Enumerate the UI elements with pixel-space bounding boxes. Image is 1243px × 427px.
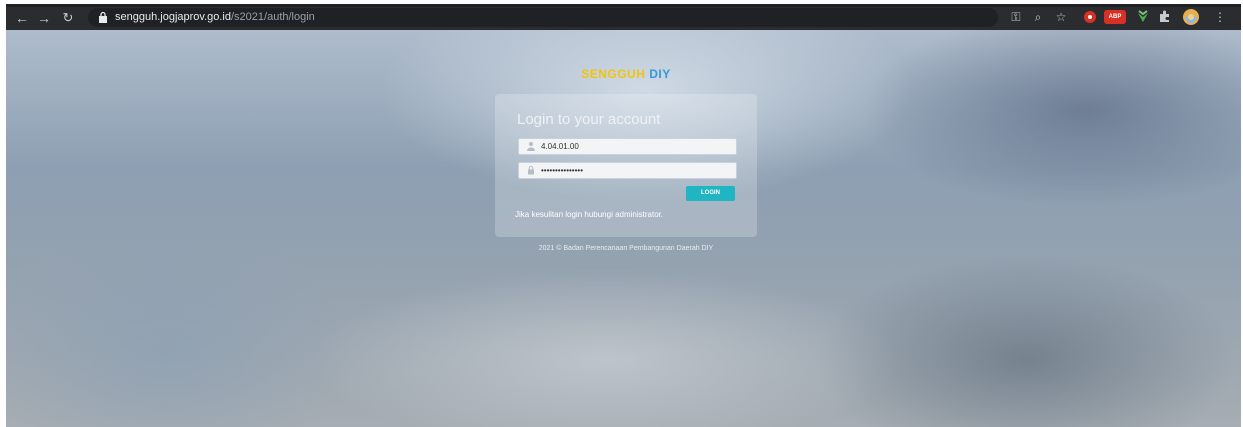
login-page: SENGGUH DIY Login to your account 4.04.0… (6, 30, 1241, 427)
key-icon[interactable]: ⚿ (1008, 9, 1024, 25)
browser-window: ← → ↻ sengguh.jogjaprov.go.id/s2021/auth… (6, 4, 1241, 427)
forward-icon[interactable]: → (34, 8, 54, 28)
login-title: Login to your account (517, 111, 661, 128)
login-card: Login to your account 4.04.01.00 •••••••… (495, 94, 757, 237)
help-text: Jika kesulitan login hubungi administrat… (515, 210, 664, 219)
red-ext-icon[interactable] (1083, 9, 1097, 25)
login-button[interactable]: LOGIN (686, 186, 735, 201)
brand-region: DIY (649, 67, 671, 81)
username-field[interactable]: 4.04.01.00 (518, 138, 737, 155)
user-icon (527, 142, 535, 151)
tab-strip (6, 4, 1241, 7)
reload-icon[interactable]: ↻ (58, 8, 78, 28)
star-icon[interactable]: ☆ (1053, 9, 1069, 25)
username-value: 4.04.01.00 (541, 142, 579, 151)
password-value: ••••••••••••••• (541, 166, 584, 175)
abp-icon[interactable]: ABP (1104, 10, 1126, 24)
lock-icon (528, 165, 534, 175)
avatar[interactable] (1182, 9, 1200, 25)
menu-icon[interactable]: ⋮ (1214, 9, 1226, 25)
password-field[interactable]: ••••••••••••••• (518, 162, 737, 179)
footer-text: 2021 © Badan Perencanaan Pembangunan Dae… (538, 245, 714, 252)
zoom-icon[interactable]: ⌕ (1030, 9, 1046, 25)
browser-toolbar: ← → ↻ sengguh.jogjaprov.go.id/s2021/auth… (6, 4, 1241, 30)
puzzle-icon[interactable] (1158, 9, 1172, 25)
brand-logo: SENGGUH DIY (551, 67, 701, 81)
url-host: sengguh.jogjaprov.go.id (115, 11, 231, 23)
back-icon[interactable]: ← (12, 8, 32, 28)
lock-icon (99, 11, 107, 23)
url-text: sengguh.jogjaprov.go.id/s2021/auth/login (115, 10, 315, 25)
green-ext-icon[interactable] (1136, 9, 1150, 25)
address-bar[interactable]: sengguh.jogjaprov.go.id/s2021/auth/login (88, 8, 998, 27)
brand-name: SENGGUH (581, 67, 646, 81)
url-path: /s2021/auth/login (231, 11, 315, 23)
